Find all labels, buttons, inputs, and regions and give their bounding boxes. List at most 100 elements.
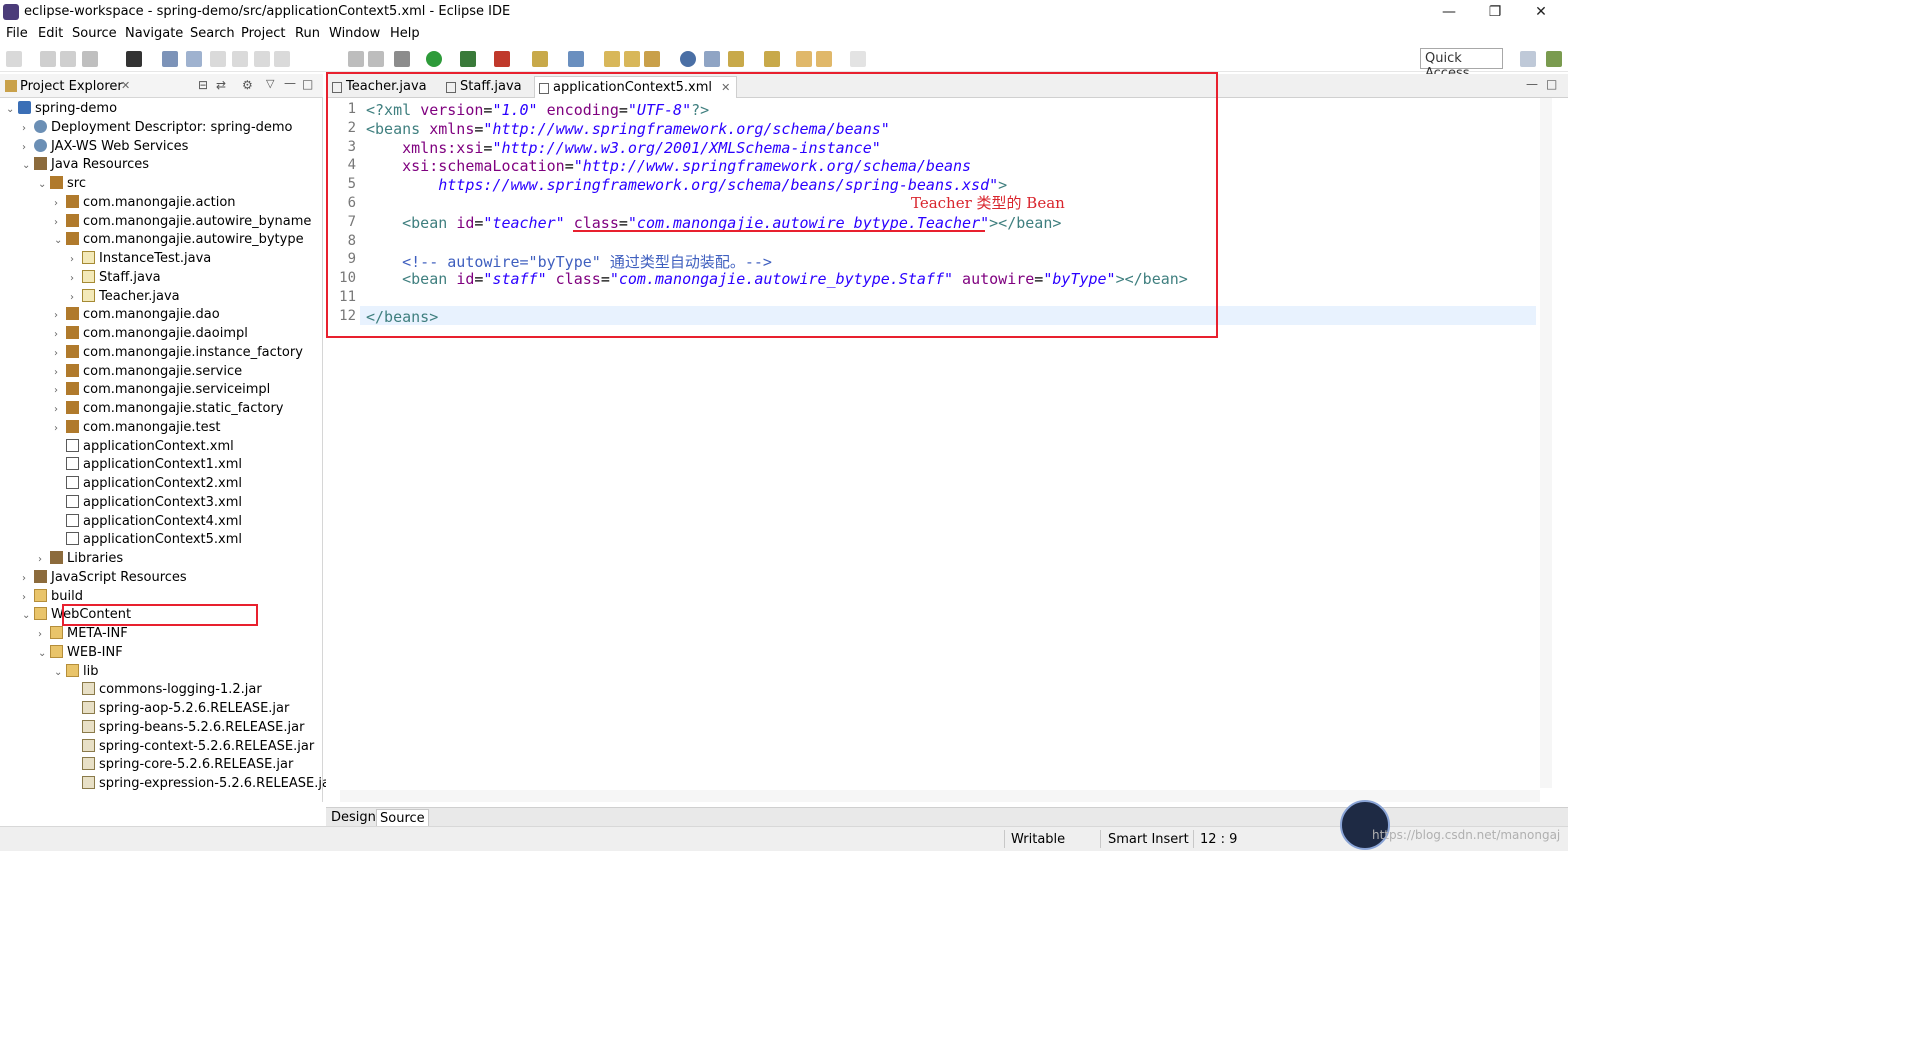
expand-right-icon[interactable]: › bbox=[54, 382, 66, 400]
close-window-button[interactable]: ✕ bbox=[1518, 0, 1564, 24]
menu-file[interactable]: File bbox=[6, 26, 28, 41]
tree-item[interactable]: › com.manongajie.action bbox=[54, 194, 236, 212]
expand-right-icon[interactable]: › bbox=[22, 120, 34, 138]
skip-breakpoints-icon[interactable] bbox=[210, 51, 226, 67]
tree-item[interactable]: › InstanceTest.java bbox=[70, 250, 211, 268]
expand-right-icon[interactable]: › bbox=[54, 420, 66, 438]
new-class-icon[interactable] bbox=[568, 51, 584, 67]
tree-item[interactable]: ⌄ com.manongajie.autowire_bytype bbox=[54, 231, 304, 249]
tree-item[interactable]: spring-core-5.2.6.RELEASE.jar bbox=[70, 756, 293, 774]
expand-right-icon[interactable]: › bbox=[70, 289, 82, 307]
menu-search[interactable]: Search bbox=[190, 26, 235, 41]
expand-down-icon[interactable]: ⌄ bbox=[54, 664, 66, 682]
tree-item[interactable]: applicationContext3.xml bbox=[54, 494, 242, 512]
annotation-icon[interactable] bbox=[704, 51, 720, 67]
tree-item[interactable]: › com.manongajie.static_factory bbox=[54, 400, 284, 418]
expand-right-icon[interactable]: › bbox=[54, 195, 66, 213]
tree-item[interactable]: › META-INF bbox=[38, 625, 128, 643]
save-icon[interactable] bbox=[40, 51, 56, 67]
tree-item[interactable]: › build bbox=[22, 588, 83, 606]
tree-item[interactable]: spring-beans-5.2.6.RELEASE.jar bbox=[70, 719, 304, 737]
new-icon[interactable] bbox=[6, 51, 22, 67]
expand-right-icon[interactable]: › bbox=[70, 251, 82, 269]
coverage-icon[interactable] bbox=[460, 51, 476, 67]
quick-access-input[interactable]: Quick Access bbox=[1420, 48, 1503, 81]
new-server-icon[interactable] bbox=[532, 51, 548, 67]
globe-icon[interactable] bbox=[680, 51, 696, 67]
maximize-button[interactable]: ❐ bbox=[1472, 0, 1518, 24]
tree-item[interactable]: › Libraries bbox=[38, 550, 123, 568]
search-icon[interactable] bbox=[186, 51, 202, 67]
tree-item[interactable]: › com.manongajie.daoimpl bbox=[54, 325, 248, 343]
menu-edit[interactable]: Edit bbox=[38, 26, 63, 41]
tree-item[interactable]: › JavaScript Resources bbox=[22, 569, 187, 587]
word-wrap-icon[interactable] bbox=[368, 51, 384, 67]
external-tools-icon[interactable] bbox=[494, 51, 510, 67]
tree-item[interactable]: ⌄ WEB-INF bbox=[38, 644, 123, 662]
tab-design[interactable]: Design bbox=[328, 809, 379, 826]
link-editor-icon[interactable]: ⇄ bbox=[216, 78, 226, 92]
maximize-view-icon[interactable]: □ bbox=[302, 77, 313, 91]
tree-item[interactable]: applicationContext1.xml bbox=[54, 456, 242, 474]
tree-item[interactable]: › Deployment Descriptor: spring-demo bbox=[22, 119, 293, 137]
suspend-icon[interactable] bbox=[254, 51, 270, 67]
collapse-all-icon[interactable]: ⊟ bbox=[198, 78, 208, 92]
tree-item[interactable]: › com.manongajie.test bbox=[54, 419, 221, 437]
tree-item[interactable]: ⌄ Java Resources bbox=[22, 156, 149, 174]
expand-right-icon[interactable]: › bbox=[22, 570, 34, 588]
menu-source[interactable]: Source bbox=[72, 26, 117, 41]
menu-window[interactable]: Window bbox=[329, 26, 380, 41]
tree-item[interactable]: › com.manongajie.autowire_byname bbox=[54, 213, 311, 231]
filter-icon[interactable]: ⚙ bbox=[242, 78, 253, 92]
tree-item[interactable]: ⌄ src bbox=[38, 175, 86, 193]
resume-icon[interactable] bbox=[232, 51, 248, 67]
forward-icon[interactable] bbox=[850, 51, 866, 67]
prev-annotation-icon[interactable] bbox=[764, 51, 780, 67]
tree-item[interactable]: › com.manongajie.serviceimpl bbox=[54, 381, 270, 399]
minimize-view-icon[interactable]: — bbox=[284, 76, 296, 90]
open-folder-icon[interactable] bbox=[604, 51, 620, 67]
tree-item[interactable]: spring-context-5.2.6.RELEASE.jar bbox=[70, 738, 314, 756]
expand-down-icon[interactable]: ⌄ bbox=[6, 101, 18, 119]
expand-right-icon[interactable]: › bbox=[54, 345, 66, 363]
tree-item[interactable]: spring-expression-5.2.6.RELEASE.jar bbox=[70, 775, 335, 793]
tree-item[interactable]: › com.manongajie.dao bbox=[54, 306, 220, 324]
java-ee-perspective-icon[interactable] bbox=[1546, 51, 1562, 67]
expand-right-icon[interactable]: › bbox=[38, 626, 50, 644]
expand-right-icon[interactable]: › bbox=[54, 307, 66, 325]
tree-item[interactable]: applicationContext2.xml bbox=[54, 475, 242, 493]
open-task-icon[interactable] bbox=[624, 51, 640, 67]
expand-down-icon[interactable]: ⌄ bbox=[38, 645, 50, 663]
save-all-icon[interactable] bbox=[60, 51, 76, 67]
tree-item[interactable]: › Teacher.java bbox=[70, 288, 180, 306]
expand-right-icon[interactable]: › bbox=[54, 214, 66, 232]
expand-down-icon[interactable]: ⌄ bbox=[38, 176, 50, 194]
tree-item[interactable]: spring-aop-5.2.6.RELEASE.jar bbox=[70, 700, 289, 718]
menu-run[interactable]: Run bbox=[295, 26, 320, 41]
expand-down-icon[interactable]: ⌄ bbox=[22, 607, 34, 625]
close-view-icon[interactable]: ✕ bbox=[121, 79, 130, 92]
expand-right-icon[interactable]: › bbox=[70, 270, 82, 288]
tree-item[interactable]: ⌄ spring-demo bbox=[6, 100, 117, 118]
tree-item[interactable]: › JAX-WS Web Services bbox=[22, 138, 188, 156]
expand-right-icon[interactable]: › bbox=[22, 139, 34, 157]
view-menu-icon[interactable]: ▽ bbox=[266, 77, 274, 90]
tree-item[interactable]: applicationContext.xml bbox=[54, 438, 234, 456]
tree-item[interactable]: applicationContext4.xml bbox=[54, 513, 242, 531]
run-icon[interactable] bbox=[426, 51, 442, 67]
open-perspective-icon[interactable] bbox=[126, 51, 142, 67]
menu-navigate[interactable]: Navigate bbox=[125, 26, 183, 41]
pen-icon[interactable] bbox=[644, 51, 660, 67]
tree-item[interactable]: › com.manongajie.service bbox=[54, 363, 242, 381]
debug-icon[interactable] bbox=[394, 51, 410, 67]
last-edit-icon[interactable] bbox=[796, 51, 812, 67]
expand-down-icon[interactable]: ⌄ bbox=[22, 157, 34, 175]
expand-right-icon[interactable]: › bbox=[22, 589, 34, 607]
expand-down-icon[interactable]: ⌄ bbox=[54, 232, 66, 250]
tree-item[interactable]: › com.manongajie.instance_factory bbox=[54, 344, 303, 362]
maximize-editor-icon[interactable]: □ bbox=[1546, 77, 1557, 91]
open-type-icon[interactable] bbox=[162, 51, 178, 67]
tree-item[interactable]: ⌄ lib bbox=[54, 663, 98, 681]
minimize-button[interactable]: — bbox=[1426, 0, 1472, 24]
minimize-editor-icon[interactable]: — bbox=[1526, 77, 1538, 91]
